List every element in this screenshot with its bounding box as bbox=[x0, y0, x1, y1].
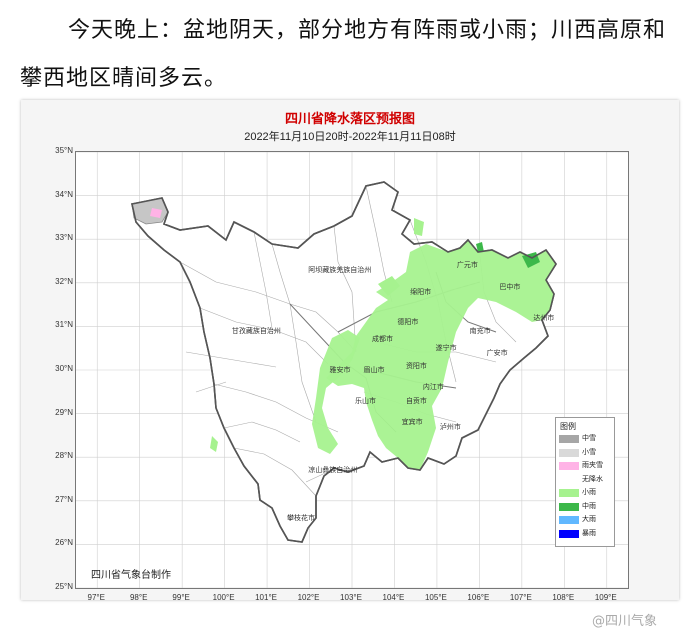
latitude-label: 31°N bbox=[55, 320, 73, 330]
longitude-label: 107°E bbox=[509, 593, 532, 602]
city-label: 德阳市 bbox=[397, 319, 419, 327]
longitude-label: 105°E bbox=[424, 593, 447, 602]
city-label: 阿坝藏族羌族自治州 bbox=[308, 266, 372, 274]
map-canvas: 阿坝藏族羌族自治州甘孜藏族自治州凉山彝族自治州攀枝花市 广元市巴中市绵阳市达州市德… bbox=[75, 151, 629, 589]
light-rain-area-north2 bbox=[414, 218, 424, 236]
city-label: 遂宁市 bbox=[435, 345, 457, 353]
longitude-label: 103°E bbox=[340, 593, 362, 602]
legend-item: 中雪 bbox=[559, 434, 613, 444]
legend-item: 小雪 bbox=[559, 448, 613, 458]
legend-label: 大雨 bbox=[582, 516, 596, 523]
legend-label: 无降水 bbox=[582, 475, 603, 483]
legend-item: 暴雨 bbox=[559, 529, 613, 539]
latitude-label: 29°N bbox=[55, 407, 73, 417]
legend-swatch bbox=[559, 475, 579, 484]
city-label: 甘孜藏族自治州 bbox=[231, 327, 281, 335]
map-credit: 四川省气象台制作 bbox=[91, 570, 171, 581]
longitude-label: 101°E bbox=[255, 593, 277, 602]
legend-item: 雨夹雪 bbox=[559, 461, 613, 471]
city-label: 资阳市 bbox=[405, 362, 427, 370]
city-label: 广安市 bbox=[486, 349, 508, 357]
legend-label: 中雪 bbox=[582, 435, 596, 442]
latitude-label: 33°N bbox=[55, 233, 73, 243]
map-title: 四川省降水落区预报图 bbox=[284, 111, 415, 126]
legend-label: 暴雨 bbox=[582, 529, 596, 537]
city-label: 绵阳市 bbox=[410, 288, 432, 296]
latitude-label: 34°N bbox=[55, 189, 73, 199]
city-label: 泸州市 bbox=[439, 423, 461, 431]
longitude-label: 99°E bbox=[172, 593, 190, 602]
city-label: 成都市 bbox=[371, 336, 393, 344]
map-legend: 图例 中雪小雪雨夹雪无降水小雨中雨大雨暴雨 bbox=[555, 417, 615, 547]
city-label: 内江市 bbox=[422, 384, 444, 392]
legend-item: 大雨 bbox=[559, 515, 613, 525]
legend-swatch bbox=[559, 489, 579, 497]
legend-title: 图例 bbox=[560, 422, 576, 431]
legend-item: 中雨 bbox=[559, 502, 613, 512]
longitude-label: 108°E bbox=[552, 593, 575, 602]
longitude-label: 106°E bbox=[467, 593, 490, 602]
snow-area bbox=[131, 197, 169, 225]
latitude-label: 35°N bbox=[55, 146, 73, 155]
legend-swatch bbox=[559, 502, 579, 511]
legend-label: 小雪 bbox=[582, 448, 596, 456]
headline-line-1: 今天晚上：盆地阴天，部分地方有阵雨或小雨；川西高原和 bbox=[68, 18, 667, 43]
legend-swatch bbox=[559, 529, 579, 538]
city-label: 广元市 bbox=[456, 262, 478, 270]
map-svg bbox=[76, 152, 628, 588]
legend-item: 无降水 bbox=[559, 475, 613, 485]
city-label: 凉山彝族自治州 bbox=[308, 467, 358, 475]
legend-item: 小雨 bbox=[559, 488, 613, 498]
legend-label: 小雨 bbox=[582, 489, 596, 496]
latitude-label: 27°N bbox=[55, 494, 73, 504]
longitude-label: 97°E bbox=[87, 593, 105, 602]
snow-area-2 bbox=[210, 436, 218, 452]
city-label: 眉山市 bbox=[363, 367, 385, 374]
legend-swatch bbox=[559, 462, 579, 470]
city-label: 南充市 bbox=[469, 327, 491, 335]
city-label: 雅安市 bbox=[329, 367, 351, 374]
latitude-label: 28°N bbox=[55, 451, 73, 461]
legend-label: 雨夹雪 bbox=[582, 462, 603, 469]
latitude-label: 30°N bbox=[55, 364, 73, 373]
city-label: 乐山市 bbox=[354, 397, 376, 405]
latitude-label: 32°N bbox=[55, 276, 73, 286]
legend-swatch bbox=[559, 448, 579, 457]
legend-swatch bbox=[559, 516, 579, 524]
legend-swatch bbox=[559, 435, 579, 443]
weibo-watermark: @四川气象 bbox=[592, 614, 658, 629]
city-label: 巴中市 bbox=[499, 284, 521, 292]
longitude-label: 102°E bbox=[297, 593, 320, 602]
latitude-label: 25°N bbox=[55, 582, 73, 591]
longitude-label: 104°E bbox=[382, 593, 405, 602]
city-label: 达州市 bbox=[533, 314, 555, 322]
headline-line-2: 攀西地区晴间多云。 bbox=[20, 66, 228, 91]
longitude-label: 109°E bbox=[594, 593, 617, 602]
longitude-label: 100°E bbox=[212, 593, 235, 602]
city-label: 攀枝花市 bbox=[287, 515, 316, 523]
map-subtitle: 2022年11月10日20时-2022年11月11日08时 bbox=[244, 131, 456, 143]
forecast-map-figure: 四川省降水落区预报图 2022年11月10日20时-2022年11月11日08时 bbox=[21, 100, 679, 602]
city-label: 宜宾市 bbox=[401, 419, 423, 427]
latitude-label: 26°N bbox=[55, 538, 73, 548]
legend-label: 中雨 bbox=[582, 502, 596, 510]
city-label: 自贡市 bbox=[405, 397, 427, 405]
longitude-label: 98°E bbox=[129, 593, 148, 602]
